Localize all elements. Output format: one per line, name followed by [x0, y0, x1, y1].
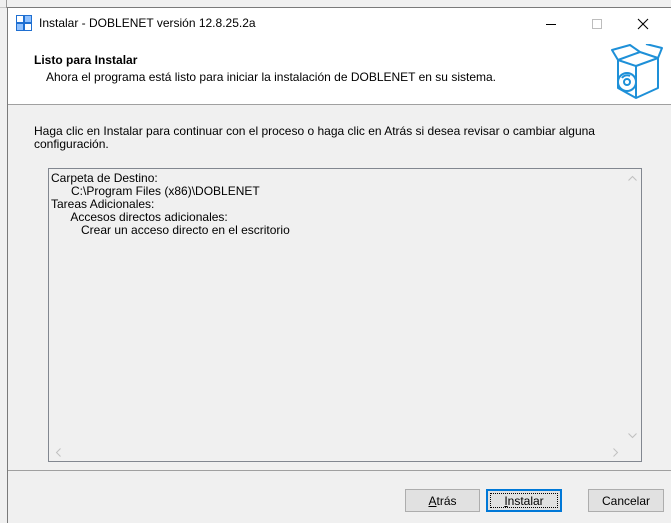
chevron-left-icon	[55, 448, 61, 457]
chevron-right-icon	[612, 448, 618, 457]
close-button[interactable]	[620, 8, 666, 39]
setup-box-icon	[611, 44, 663, 99]
close-icon	[637, 18, 649, 29]
back-button[interactable]: Atrás	[405, 489, 480, 512]
memo-content: Carpeta de Destino: C:\Program Files (x8…	[51, 172, 290, 237]
back-accel-letter: A	[428, 493, 437, 508]
footer-divider	[8, 470, 671, 471]
cancel-button[interactable]: Cancelar	[588, 489, 664, 512]
scroll-down-button[interactable]	[624, 427, 641, 444]
page-subtitle: Ahora el programa está listo para inicia…	[46, 70, 496, 84]
window-title: Instalar - DOBLENET versión 12.8.25.2a	[39, 16, 256, 30]
scroll-right-button[interactable]	[607, 444, 624, 461]
instructions-text: Haga clic en Instalar para continuar con…	[34, 124, 595, 151]
installer-window: Instalar - DOBLENET versión 12.8.25.2a L…	[7, 7, 671, 523]
app-icon	[16, 15, 32, 31]
maximize-button[interactable]	[574, 8, 620, 39]
chevron-down-icon	[628, 432, 637, 438]
vertical-scrollbar[interactable]	[624, 169, 641, 444]
wizard-header: Listo para Instalar Ahora el programa es…	[8, 39, 671, 105]
scroll-left-button[interactable]	[49, 444, 66, 461]
memo-line: Crear un acceso directo en el escritorio	[51, 223, 290, 237]
scrollbar-corner	[624, 444, 641, 461]
page-title: Listo para Instalar	[34, 53, 138, 67]
back-label: trás	[436, 493, 457, 508]
scroll-up-button[interactable]	[624, 169, 641, 186]
install-label: nstalar	[507, 493, 544, 508]
install-button[interactable]: Instalar	[486, 489, 562, 512]
horizontal-scrollbar[interactable]	[49, 444, 624, 461]
maximize-icon	[592, 18, 602, 29]
title-bar[interactable]: Instalar - DOBLENET versión 12.8.25.2a	[8, 8, 671, 39]
chevron-up-icon	[628, 175, 637, 181]
minimize-button[interactable]	[528, 8, 574, 39]
minimize-icon	[546, 23, 556, 25]
ready-memo[interactable]: Carpeta de Destino: C:\Program Files (x8…	[48, 168, 642, 462]
